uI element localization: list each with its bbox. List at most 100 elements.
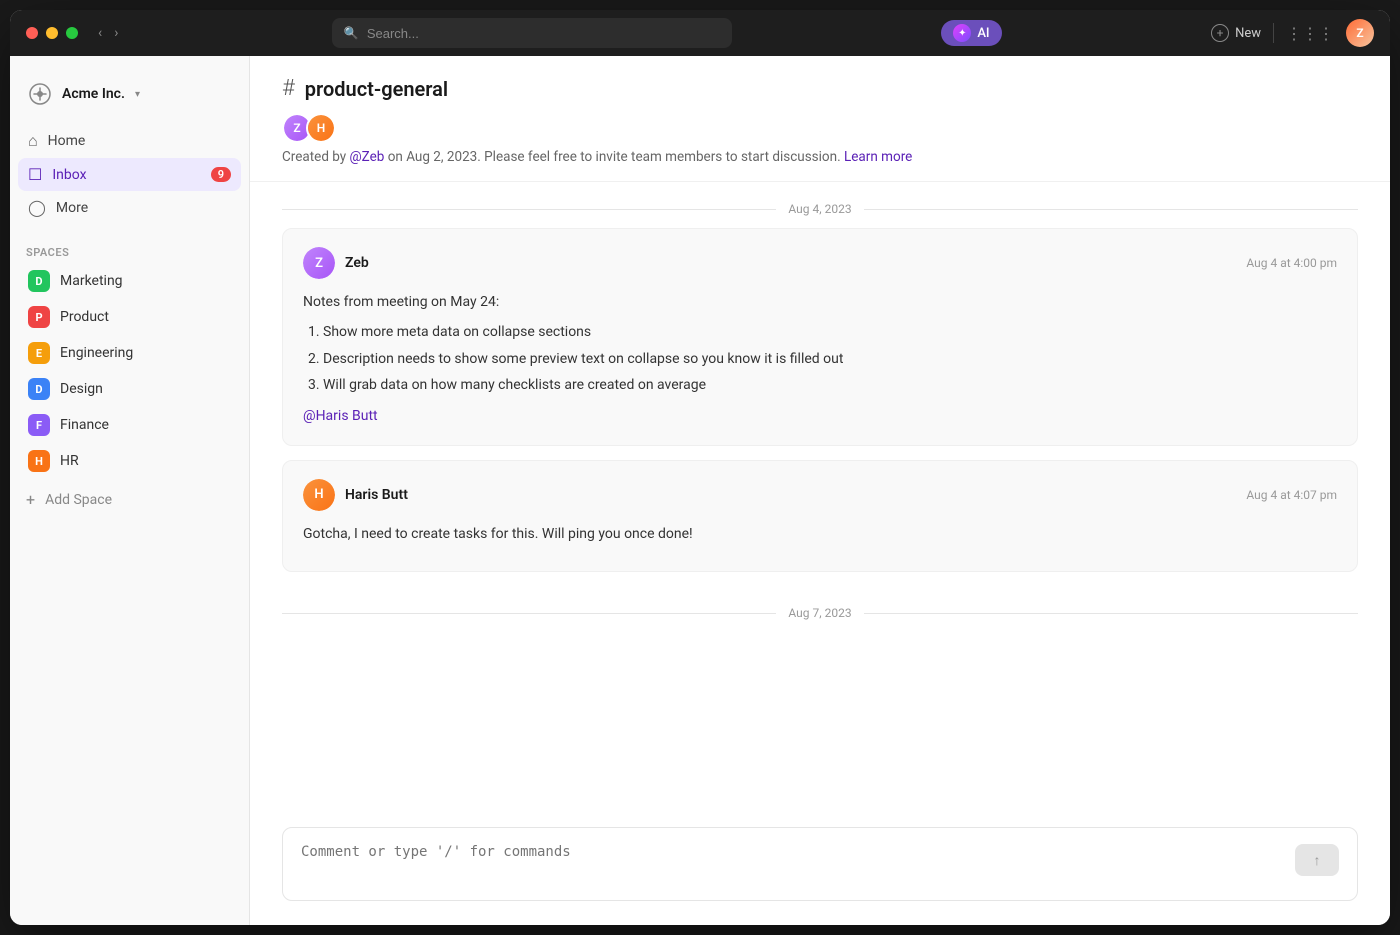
channel-title-row: # product-general bbox=[282, 76, 1358, 101]
search-input[interactable] bbox=[367, 26, 720, 41]
title-bar: ‹ › 🔍 ✦ AI + New ⋮⋮⋮ Z bbox=[10, 10, 1390, 56]
ai-button[interactable]: ✦ AI bbox=[941, 20, 1001, 46]
traffic-lights bbox=[26, 27, 78, 39]
close-button[interactable] bbox=[26, 27, 38, 39]
message-header-haris: H Haris Butt Aug 4 at 4:07 pm bbox=[303, 479, 1337, 511]
add-space-label: Add Space bbox=[45, 492, 112, 508]
ai-icon: ✦ bbox=[953, 24, 971, 42]
comment-box: ↑ bbox=[282, 827, 1358, 901]
description-mention: @Zeb bbox=[350, 149, 385, 165]
date-aug7: Aug 7, 2023 bbox=[788, 606, 851, 620]
hash-icon: # bbox=[282, 76, 295, 101]
comment-box-area: ↑ bbox=[250, 811, 1390, 925]
hr-label: HR bbox=[60, 453, 79, 469]
workspace-header[interactable]: Acme Inc. ▾ bbox=[10, 72, 249, 124]
marketing-label: Marketing bbox=[60, 273, 123, 289]
design-label: Design bbox=[60, 381, 103, 397]
sidebar-item-inbox[interactable]: ☐ Inbox 9 bbox=[18, 158, 241, 191]
sidebar-item-finance[interactable]: F Finance bbox=[18, 407, 241, 443]
maximize-button[interactable] bbox=[66, 27, 78, 39]
finance-label: Finance bbox=[60, 417, 109, 433]
message-author-haris: H Haris Butt bbox=[303, 479, 408, 511]
workspace-name: Acme Inc. bbox=[62, 86, 125, 102]
divider bbox=[1273, 23, 1274, 43]
sidebar-item-home[interactable]: ⌂ Home bbox=[18, 124, 241, 158]
avatar-zeb: Z bbox=[303, 247, 335, 279]
search-icon: 🔍 bbox=[344, 26, 359, 40]
channel-area: # product-general Z H Created by @Zeb on… bbox=[250, 56, 1390, 925]
sidebar-item-product[interactable]: P Product bbox=[18, 299, 241, 335]
list-item-3: Will grab data on how many checklists ar… bbox=[323, 374, 1337, 396]
description-suffix: on Aug 2, 2023. Please feel free to invi… bbox=[384, 149, 844, 165]
comment-input[interactable] bbox=[301, 844, 1295, 884]
message-card-zeb: Z Zeb Aug 4 at 4:00 pm Notes from meetin… bbox=[282, 228, 1358, 446]
channel-title: product-general bbox=[305, 77, 448, 101]
new-button[interactable]: + New bbox=[1211, 24, 1261, 42]
more-icon: ◯ bbox=[28, 198, 46, 217]
home-icon: ⌂ bbox=[28, 131, 38, 151]
search-bar[interactable]: 🔍 bbox=[332, 18, 732, 48]
inbox-label: Inbox bbox=[52, 167, 86, 183]
mention-haris[interactable]: @Haris Butt bbox=[303, 408, 378, 424]
engineering-label: Engineering bbox=[60, 345, 133, 361]
date-divider-aug4: Aug 4, 2023 bbox=[282, 182, 1358, 228]
author-name-zeb: Zeb bbox=[345, 255, 369, 271]
message-time-zeb: Aug 4 at 4:00 pm bbox=[1246, 256, 1337, 270]
more-label: More bbox=[56, 200, 88, 216]
user-avatar[interactable]: Z bbox=[1346, 19, 1374, 47]
message-body-haris: Gotcha, I need to create tasks for this.… bbox=[303, 523, 1337, 545]
sidebar: Acme Inc. ▾ ⌂ Home ☐ Inbox 9 ◯ More Spa bbox=[10, 56, 250, 925]
send-button[interactable]: ↑ bbox=[1295, 844, 1339, 876]
title-bar-right: + New ⋮⋮⋮ Z bbox=[1211, 19, 1374, 47]
marketing-badge: D bbox=[28, 270, 50, 292]
sidebar-item-hr[interactable]: H HR bbox=[18, 443, 241, 479]
member-avatars: Z H bbox=[282, 113, 1358, 143]
message-intro: Notes from meeting on May 24: bbox=[303, 291, 1337, 313]
messages-area: Aug 4, 2023 Z Zeb Aug 4 at 4:00 pm bbox=[250, 182, 1390, 811]
message-author-zeb: Z Zeb bbox=[303, 247, 369, 279]
plus-circle-icon: + bbox=[1211, 24, 1229, 42]
grid-icon[interactable]: ⋮⋮⋮ bbox=[1286, 24, 1334, 43]
inbox-badge: 9 bbox=[211, 167, 231, 182]
add-space-button[interactable]: + Add Space bbox=[10, 483, 249, 516]
home-label: Home bbox=[48, 133, 86, 149]
inbox-icon: ☐ bbox=[28, 165, 42, 184]
learn-more-link[interactable]: Learn more bbox=[844, 149, 912, 165]
main-content: Acme Inc. ▾ ⌂ Home ☐ Inbox 9 ◯ More Spa bbox=[10, 56, 1390, 925]
forward-button[interactable]: › bbox=[110, 23, 122, 43]
add-icon: + bbox=[26, 490, 35, 509]
sidebar-item-design[interactable]: D Design bbox=[18, 371, 241, 407]
product-label: Product bbox=[60, 309, 109, 325]
description-prefix: Created by bbox=[282, 149, 350, 165]
nav-arrows: ‹ › bbox=[94, 23, 122, 43]
workspace-logo bbox=[26, 80, 54, 108]
channel-description: Created by @Zeb on Aug 2, 2023. Please f… bbox=[282, 149, 1358, 165]
minimize-button[interactable] bbox=[46, 27, 58, 39]
back-button[interactable]: ‹ bbox=[94, 23, 106, 43]
list-item-2: Description needs to show some preview t… bbox=[323, 348, 1337, 370]
nav-items: ⌂ Home ☐ Inbox 9 ◯ More bbox=[10, 124, 249, 224]
message-card-haris: H Haris Butt Aug 4 at 4:07 pm Gotcha, I … bbox=[282, 460, 1358, 572]
date-aug4: Aug 4, 2023 bbox=[788, 202, 851, 216]
hr-badge: H bbox=[28, 450, 50, 472]
product-badge: P bbox=[28, 306, 50, 328]
engineering-badge: E bbox=[28, 342, 50, 364]
sidebar-item-engineering[interactable]: E Engineering bbox=[18, 335, 241, 371]
send-icon: ↑ bbox=[1314, 852, 1321, 868]
list-item-1: Show more meta data on collapse sections bbox=[323, 321, 1337, 343]
sidebar-item-more[interactable]: ◯ More bbox=[18, 191, 241, 224]
message-body-zeb: Notes from meeting on May 24: Show more … bbox=[303, 291, 1337, 427]
author-name-haris: Haris Butt bbox=[345, 487, 408, 503]
date-divider-aug7: Aug 7, 2023 bbox=[282, 586, 1358, 632]
message-text-haris: Gotcha, I need to create tasks for this.… bbox=[303, 523, 1337, 545]
message-list: Show more meta data on collapse sections… bbox=[303, 321, 1337, 396]
avatar-haris: H bbox=[303, 479, 335, 511]
new-label: New bbox=[1235, 26, 1261, 41]
chevron-down-icon: ▾ bbox=[135, 89, 140, 100]
ai-label: AI bbox=[977, 26, 989, 41]
channel-header: # product-general Z H Created by @Zeb on… bbox=[250, 56, 1390, 182]
sidebar-item-marketing[interactable]: D Marketing bbox=[18, 263, 241, 299]
message-time-haris: Aug 4 at 4:07 pm bbox=[1246, 488, 1337, 502]
message-header-zeb: Z Zeb Aug 4 at 4:00 pm bbox=[303, 247, 1337, 279]
spaces-section-label: Spaces bbox=[10, 240, 249, 263]
